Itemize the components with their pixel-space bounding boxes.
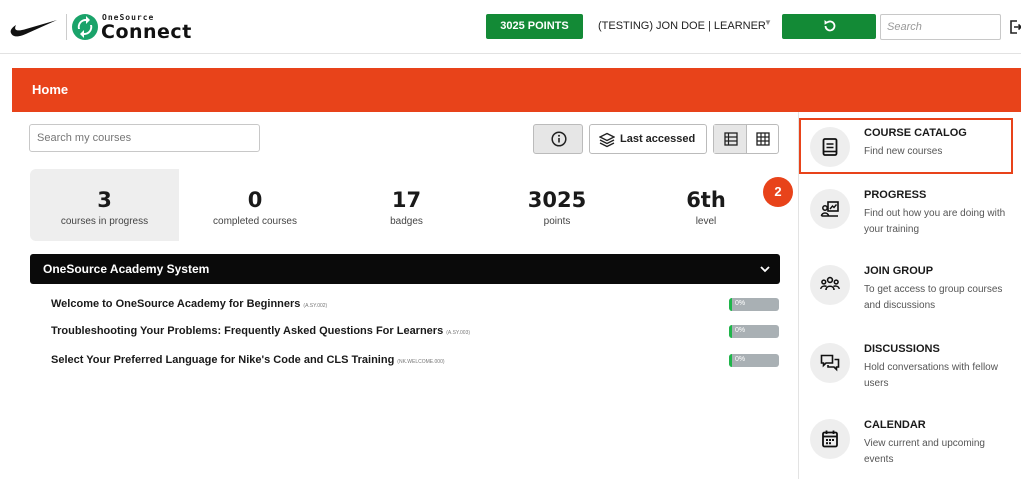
search-input[interactable]: [880, 14, 1001, 40]
list-view-button[interactable]: [714, 125, 747, 153]
logout-icon[interactable]: [1009, 19, 1021, 35]
sidebar-item-title: JOIN GROUP: [864, 265, 934, 277]
course-code: (A.SY.003): [446, 330, 471, 336]
page-title: Home: [32, 82, 69, 97]
grid-view-icon: [756, 132, 770, 146]
stat-label: badges: [390, 216, 423, 227]
progress-label: 0%: [735, 300, 746, 307]
system-accordion-header[interactable]: OneSource Academy System: [30, 254, 780, 284]
course-row[interactable]: Welcome to OneSource Academy for Beginne…: [51, 296, 781, 314]
progress-icon: [810, 189, 850, 229]
system-title: OneSource Academy System: [43, 262, 210, 276]
refresh-icon: [824, 20, 836, 32]
sidebar-item-title: DISCUSSIONS: [864, 343, 940, 355]
logo-text-bottom: Connect: [101, 21, 192, 43]
course-row[interactable]: Troubleshooting Your Problems: Frequentl…: [51, 323, 781, 341]
stat-level[interactable]: 6th level: [632, 169, 780, 241]
sidebar-item-desc: Hold conversations with fellow users: [864, 362, 998, 389]
view-toggle: [713, 124, 779, 154]
step-badge: 2: [763, 177, 793, 207]
stat-value: 3025: [527, 188, 587, 212]
home-header: Home: [12, 68, 1021, 112]
user-menu[interactable]: (TESTING) JON DOE | LEARNER: [598, 20, 766, 32]
progress-label: 0%: [735, 327, 746, 334]
list-view-icon: [724, 132, 738, 146]
sidebar-item-title: PROGRESS: [864, 189, 927, 201]
stat-courses-in-progress[interactable]: 3 courses in progress: [30, 169, 179, 241]
stat-completed-courses[interactable]: 0 completed courses: [179, 169, 331, 241]
course-code: (A.SY.002): [303, 303, 328, 309]
sidebar-item-desc: View current and upcoming events: [864, 438, 985, 465]
grid-view-button[interactable]: [747, 125, 778, 153]
course-progress-bar: 0%: [729, 354, 779, 367]
stat-points[interactable]: 3025 points: [482, 169, 632, 241]
stat-label: level: [695, 216, 717, 227]
chevron-down-icon[interactable]: ▼: [764, 18, 772, 27]
top-bar: OneSource Connect 3025 POINTS (TESTING) …: [0, 0, 1021, 54]
chevron-down-icon: [760, 266, 770, 273]
course-progress-bar: 0%: [729, 298, 779, 311]
stat-value: 6th: [686, 188, 726, 212]
info-icon: [551, 131, 567, 147]
progress-fill: [729, 354, 732, 367]
course-progress-bar: 0%: [729, 325, 779, 338]
course-title[interactable]: Select Your Preferred Language for Nike'…: [51, 354, 445, 366]
highlight-box: [799, 118, 1013, 174]
course-title[interactable]: Welcome to OneSource Academy for Beginne…: [51, 298, 327, 310]
progress-fill: [729, 298, 732, 311]
sidebar-item-desc: Find out how you are doing with your tra…: [864, 208, 1006, 235]
stat-label: points: [543, 216, 571, 227]
stat-value: 17: [391, 188, 422, 212]
course-row[interactable]: Select Your Preferred Language for Nike'…: [51, 352, 781, 370]
stat-value: 3: [97, 188, 112, 212]
course-code: (NK.WELCOME.000): [397, 359, 445, 365]
progress-fill: [729, 325, 732, 338]
stat-label: completed courses: [213, 216, 297, 227]
course-search-input[interactable]: [29, 124, 260, 152]
group-icon: [810, 265, 850, 305]
stats-summary: 3 courses in progress 0 completed course…: [30, 169, 780, 241]
sort-button[interactable]: Last accessed: [589, 124, 707, 154]
stat-value: 0: [247, 188, 263, 212]
info-button[interactable]: [533, 124, 583, 154]
sidebar-item-desc: To get access to group courses and discu…: [864, 284, 1003, 311]
onesource-logo-icon: [72, 14, 98, 40]
calendar-icon: [810, 419, 850, 459]
points-button[interactable]: 3025 POINTS: [486, 14, 583, 39]
layers-icon: [599, 132, 615, 148]
chat-icon: [810, 343, 850, 383]
nike-swoosh-logo[interactable]: [10, 16, 58, 38]
stat-label: courses in progress: [60, 216, 149, 227]
logo-divider: [66, 14, 67, 40]
refresh-button[interactable]: [782, 14, 876, 39]
stat-badges[interactable]: 17 badges: [331, 169, 482, 241]
progress-label: 0%: [735, 356, 746, 363]
sidebar-item-title: CALENDAR: [864, 419, 926, 431]
course-title[interactable]: Troubleshooting Your Problems: Frequentl…: [51, 325, 470, 337]
sort-label: Last accessed: [620, 133, 696, 145]
